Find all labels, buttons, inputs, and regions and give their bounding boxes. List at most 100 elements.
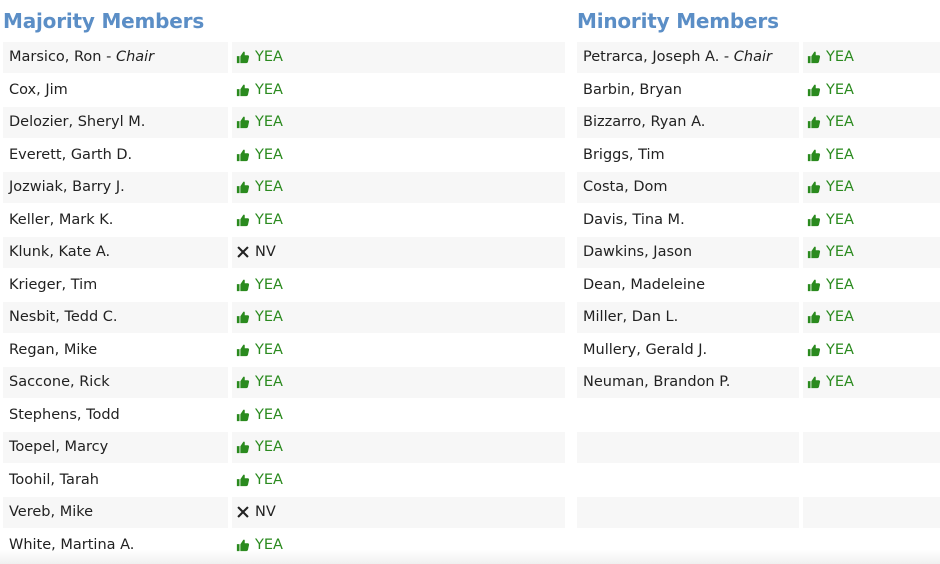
member-name-cell: White, Martina A.	[3, 530, 228, 561]
vote-label: YEA	[255, 81, 283, 98]
member-role: Chair	[733, 49, 772, 66]
member-name[interactable]: Keller, Mark K.	[9, 212, 113, 228]
thumbs-up-icon	[236, 310, 250, 324]
thumbs-up-icon	[807, 375, 821, 389]
vote-status: YEA	[236, 114, 283, 130]
empty-name-cell	[577, 497, 799, 528]
member-name-cell: Regan, Mike	[3, 335, 228, 366]
vote-cell: YEA	[232, 302, 565, 333]
member-name[interactable]: Marsico, Ron	[9, 49, 102, 65]
member-row: Saccone, Rick YEA	[3, 366, 565, 399]
empty-name-cell	[577, 400, 799, 431]
member-name[interactable]: Jozwiak, Barry J.	[9, 179, 125, 195]
member-name-cell: Vereb, Mike	[3, 497, 228, 528]
vote-cell: YEA	[232, 432, 565, 463]
member-name-cell: Jozwiak, Barry J.	[3, 172, 228, 203]
member-name[interactable]: Nesbit, Tedd C.	[9, 309, 118, 325]
vote-status: YEA	[807, 82, 854, 98]
vote-cell: YEA	[232, 172, 565, 203]
thumbs-up-icon	[236, 213, 250, 227]
member-name-cell: Stephens, Todd	[3, 400, 228, 431]
thumbs-up-icon	[236, 115, 250, 129]
member-name[interactable]: Barbin, Bryan	[583, 82, 682, 98]
vote-status: YEA	[236, 179, 283, 195]
member-row: Cox, Jim YEA	[3, 74, 565, 107]
thumbs-up-icon	[807, 245, 821, 259]
member-row: Briggs, Tim YEA	[577, 139, 940, 172]
thumbs-up-icon	[236, 343, 250, 357]
vote-label: YEA	[826, 81, 854, 98]
member-row: Mullery, Gerald J. YEA	[577, 334, 940, 367]
member-name[interactable]: Bizzarro, Ryan A.	[583, 114, 705, 130]
vote-cell: YEA	[232, 465, 565, 496]
member-row: White, Martina A. YEA	[3, 529, 565, 562]
vote-cell: YEA	[803, 140, 940, 171]
vote-status: YEA	[236, 342, 283, 358]
member-name-cell: Dawkins, Jason	[577, 237, 799, 268]
vote-status: YEA	[236, 537, 283, 553]
vote-label: YEA	[826, 244, 854, 261]
member-name-cell: Keller, Mark K.	[3, 205, 228, 236]
member-name[interactable]: Briggs, Tim	[583, 147, 665, 163]
member-name-cell: Klunk, Kate A.	[3, 237, 228, 268]
thumbs-up-icon	[807, 50, 821, 64]
member-name[interactable]: Toohil, Tarah	[9, 472, 99, 488]
vote-cell: YEA	[803, 172, 940, 203]
member-name[interactable]: Mullery, Gerald J.	[583, 342, 707, 358]
member-name[interactable]: Klunk, Kate A.	[9, 244, 110, 260]
member-row: Toepel, Marcy YEA	[3, 431, 565, 464]
thumbs-up-icon	[236, 538, 250, 552]
vote-cell: YEA	[232, 270, 565, 301]
thumbs-up-icon	[236, 148, 250, 162]
vote-label: NV	[255, 504, 276, 521]
member-name[interactable]: Toepel, Marcy	[9, 439, 108, 455]
vote-label: YEA	[255, 309, 283, 326]
member-name[interactable]: Stephens, Todd	[9, 407, 120, 423]
vote-status: YEA	[236, 82, 283, 98]
vote-status: YEA	[807, 179, 854, 195]
member-row: Stephens, Todd YEA	[3, 399, 565, 432]
member-row: Jozwiak, Barry J. YEA	[3, 171, 565, 204]
vote-status: YEA	[236, 49, 283, 65]
vote-status: YEA	[807, 147, 854, 163]
member-name-cell: Toepel, Marcy	[3, 432, 228, 463]
role-separator: -	[719, 49, 734, 66]
vote-label: YEA	[255, 536, 283, 553]
member-name[interactable]: Delozier, Sheryl M.	[9, 114, 145, 130]
vote-label: YEA	[826, 276, 854, 293]
member-name[interactable]: Vereb, Mike	[9, 504, 93, 520]
member-name[interactable]: Costa, Dom	[583, 179, 668, 195]
vote-cell: YEA	[232, 205, 565, 236]
vote-cell: YEA	[803, 270, 940, 301]
vote-cell: YEA	[803, 107, 940, 138]
member-name[interactable]: Cox, Jim	[9, 82, 68, 98]
member-name-cell: Toohil, Tarah	[3, 465, 228, 496]
majority-members-title: Majority Members	[3, 9, 205, 33]
vote-cell: YEA	[232, 530, 565, 561]
vote-status: NV	[236, 504, 276, 520]
empty-row	[577, 399, 940, 432]
member-name[interactable]: Davis, Tina M.	[583, 212, 685, 228]
vote-label: YEA	[255, 471, 283, 488]
vote-status: YEA	[236, 439, 283, 455]
member-name-cell: Costa, Dom	[577, 172, 799, 203]
member-row: Dean, Madeleine YEA	[577, 269, 940, 302]
empty-vote-cell	[803, 400, 940, 431]
member-name[interactable]: Krieger, Tim	[9, 277, 97, 293]
member-name[interactable]: Everett, Garth D.	[9, 147, 132, 163]
member-name[interactable]: Regan, Mike	[9, 342, 97, 358]
member-name[interactable]: Miller, Dan L.	[583, 309, 678, 325]
member-name[interactable]: Dawkins, Jason	[583, 244, 692, 260]
vote-label: YEA	[255, 341, 283, 358]
empty-vote-cell	[803, 497, 940, 528]
minority-members-title: Minority Members	[577, 9, 779, 33]
member-name[interactable]: Dean, Madeleine	[583, 277, 705, 293]
empty-vote-cell	[803, 432, 940, 463]
member-name[interactable]: Petrarca, Joseph A.	[583, 49, 719, 65]
member-name[interactable]: Saccone, Rick	[9, 374, 110, 390]
vote-status: YEA	[236, 212, 283, 228]
vote-label: YEA	[255, 114, 283, 131]
member-name[interactable]: White, Martina A.	[9, 537, 134, 553]
vote-status: YEA	[807, 374, 854, 390]
member-name[interactable]: Neuman, Brandon P.	[583, 374, 730, 390]
